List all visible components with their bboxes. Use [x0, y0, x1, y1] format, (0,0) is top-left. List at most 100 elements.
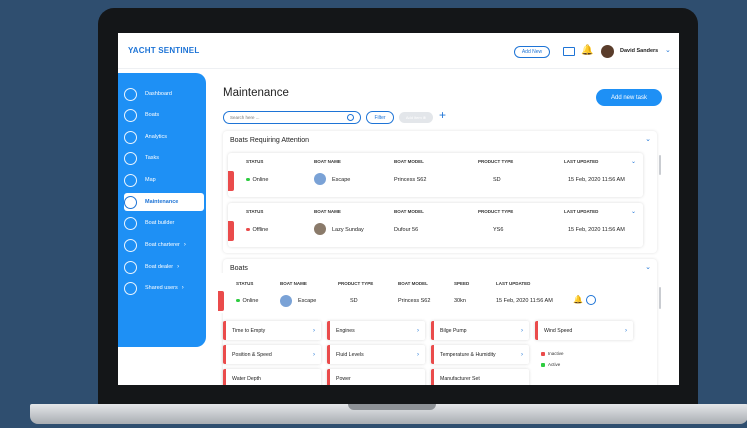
sidebar-item-label: Boats: [145, 112, 160, 118]
sidebar-item-boat-charterer[interactable]: Boat charterer ›: [124, 236, 204, 254]
boat-name: Escape: [298, 298, 317, 304]
page-title: Maintenance: [223, 87, 289, 99]
tile-label: Water Depth: [232, 375, 261, 382]
legend-active: Active: [541, 362, 560, 367]
column-header: BOAT MODEL: [394, 159, 424, 164]
search-bar[interactable]: [223, 111, 361, 124]
status-cell: Online: [236, 298, 258, 304]
sidebar-item-analytics[interactable]: Analytics: [124, 128, 204, 146]
boat-thumbnail: [280, 295, 292, 307]
chart-icon: [124, 130, 137, 144]
chevron-down-icon[interactable]: ⌄: [631, 158, 636, 165]
chevron-down-icon[interactable]: ⌄: [631, 208, 636, 215]
sidebar-item-shared-users[interactable]: Shared users ›: [124, 279, 204, 297]
table-row[interactable]: STATUS BOAT NAME BOAT MODEL PRODUCT TYPE…: [228, 203, 643, 247]
sidebar-item-tasks[interactable]: Tasks: [124, 149, 204, 167]
legend-swatch: [541, 351, 545, 356]
boat-model: Dufour 56: [394, 227, 419, 233]
column-header: LAST UPDATED: [496, 281, 531, 286]
column-header: PRODUCT TYPE: [478, 159, 514, 164]
metric-tile[interactable]: Manufacturer Set: [431, 369, 529, 385]
boat-name: Lazy Sunday: [332, 227, 364, 233]
metric-tile[interactable]: Temperature & Humidity ›: [431, 345, 529, 364]
tile-label: Position & Speed: [232, 351, 272, 358]
search-input[interactable]: [230, 115, 340, 120]
bell-icon[interactable]: 🔔: [581, 45, 593, 57]
column-header: STATUS: [246, 159, 264, 164]
user-name[interactable]: David Sanders: [620, 48, 658, 54]
metric-tile[interactable]: Wind Speed ›: [535, 321, 633, 340]
sidebar-item-dashboard[interactable]: Dashboard: [124, 85, 204, 103]
top-bar: YACHT SENTINEL Add New 🔔 David Sanders ⌄: [118, 33, 679, 69]
sidebar-item-boat-dealer[interactable]: Boat dealer ›: [124, 258, 204, 276]
person-icon: [124, 238, 137, 252]
boat-icon: [124, 108, 137, 122]
add-task-button[interactable]: Add new task: [596, 89, 662, 106]
chevron-right-icon: ›: [521, 351, 523, 358]
chevron-right-icon: ›: [313, 351, 315, 358]
avatar[interactable]: [601, 45, 614, 58]
column-header: BOAT NAME: [314, 209, 341, 214]
sidebar-item-label: Analytics: [145, 134, 168, 140]
column-header: LAST UPDATED: [564, 209, 599, 214]
hammer-icon: [124, 216, 137, 230]
tile-label: Engines: [336, 327, 355, 334]
chevron-right-icon: ›: [177, 264, 180, 270]
product-type: SD: [350, 298, 358, 304]
panel-title: Boats: [230, 265, 248, 272]
scrollbar[interactable]: [659, 287, 661, 309]
column-header: SPEED: [454, 281, 470, 286]
metric-tile[interactable]: Fluid Levels ›: [327, 345, 425, 364]
gear-icon[interactable]: [586, 295, 596, 305]
column-header: PRODUCT TYPE: [338, 281, 374, 286]
app-screen: YACHT SENTINEL Add New 🔔 David Sanders ⌄…: [118, 33, 679, 385]
metric-tile[interactable]: Power: [327, 369, 425, 385]
scrollbar[interactable]: [659, 155, 661, 175]
handshake-icon: [124, 260, 137, 274]
add-new-button[interactable]: Add New: [514, 46, 550, 58]
filter-chip[interactable]: Add item ⊗: [399, 112, 433, 123]
filter-button[interactable]: Filter: [366, 111, 394, 124]
table-row[interactable]: STATUS BOAT NAME PRODUCT TYPE BOAT MODEL…: [218, 273, 648, 313]
chevron-down-icon[interactable]: ⌄: [645, 263, 651, 271]
column-header: PRODUCT TYPE: [478, 209, 514, 214]
column-header: BOAT NAME: [280, 281, 307, 286]
metric-tile[interactable]: Position & Speed ›: [223, 345, 321, 364]
users-icon: [124, 281, 137, 295]
table-row[interactable]: STATUS BOAT NAME BOAT MODEL PRODUCT TYPE…: [228, 153, 643, 197]
metric-tile[interactable]: Water Depth: [223, 369, 321, 385]
sidebar-item-maintenance[interactable]: Maintenance: [124, 193, 204, 211]
search-icon[interactable]: [347, 114, 354, 121]
logo[interactable]: YACHT SENTINEL: [128, 46, 199, 55]
status-text: Offline: [252, 227, 269, 233]
last-updated: 15 Feb, 2020 11:56 AM: [568, 177, 625, 183]
attention-panel: Boats Requiring Attention ⌄ STATUS BOAT …: [223, 131, 661, 253]
status-text: Online: [252, 177, 269, 183]
chevron-right-icon: ›: [625, 327, 627, 334]
speed: 30kn: [454, 298, 466, 304]
tile-label: Fluid Levels: [336, 351, 364, 358]
sidebar-item-map[interactable]: Map: [124, 171, 204, 189]
boat-thumbnail: [314, 223, 326, 235]
sidebar-item-label: Boat builder: [145, 220, 175, 226]
plus-icon[interactable]: +: [439, 108, 446, 122]
metric-tile[interactable]: Bilge Pump ›: [431, 321, 529, 340]
last-updated: 15 Feb, 2020 11:56 AM: [568, 227, 625, 233]
sidebar-item-boats[interactable]: Boats: [124, 106, 204, 124]
chevron-right-icon: ›: [417, 327, 419, 334]
main-content: Maintenance Add new task Filter Add item…: [218, 73, 679, 385]
bell-icon[interactable]: 🔔: [573, 295, 583, 304]
status-cell: Offline: [246, 227, 268, 233]
chevron-down-icon[interactable]: ⌄: [665, 46, 671, 54]
mail-icon[interactable]: [563, 47, 575, 56]
metric-tile[interactable]: Engines ›: [327, 321, 425, 340]
alert-stripe: [228, 221, 234, 241]
tile-label: Manufacturer Set: [440, 375, 480, 382]
status-text: Online: [242, 298, 259, 304]
tile-label: Wind Speed: [544, 327, 573, 334]
sidebar-item-boat-builder[interactable]: Boat builder: [124, 214, 204, 232]
chevron-right-icon: ›: [181, 285, 184, 291]
chevron-down-icon[interactable]: ⌄: [645, 135, 651, 143]
metric-tile[interactable]: Time to Empty ›: [223, 321, 321, 340]
alert-stripe: [218, 291, 224, 311]
